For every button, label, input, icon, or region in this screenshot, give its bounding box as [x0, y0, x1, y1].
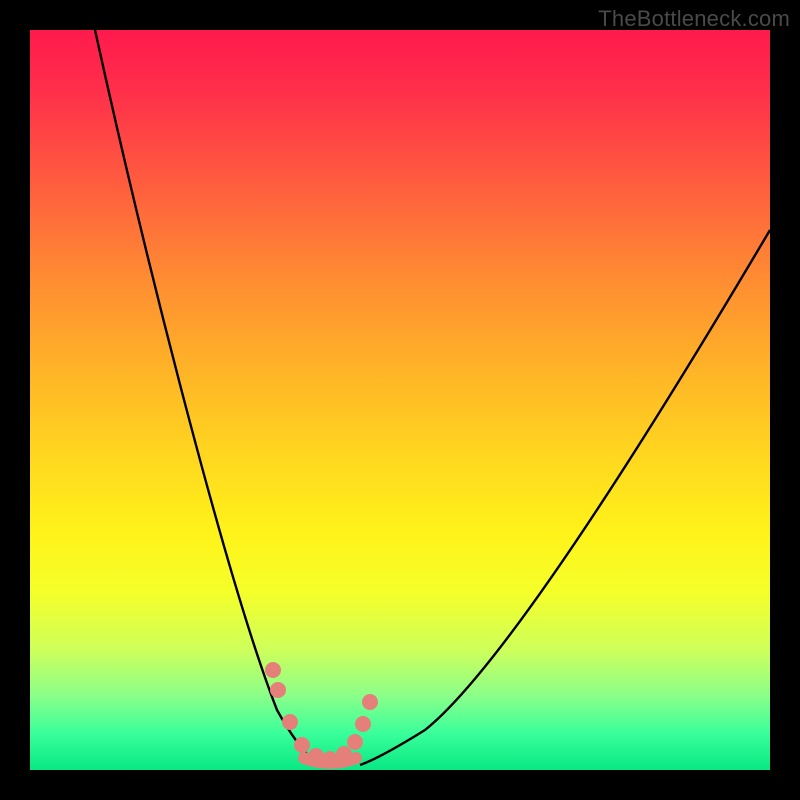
right-curve: [360, 230, 770, 765]
plot-area: [30, 30, 770, 770]
left-curve: [95, 30, 318, 765]
outer-frame: TheBottleneck.com: [0, 0, 800, 800]
marker-cluster: [265, 662, 378, 767]
watermark-text: TheBottleneck.com: [598, 6, 790, 32]
chart-svg: [30, 30, 770, 770]
